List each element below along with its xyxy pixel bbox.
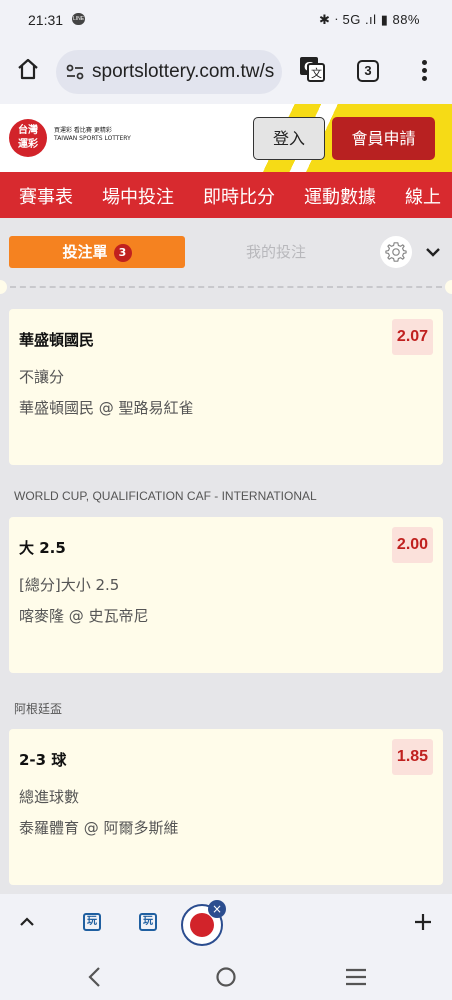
home-icon[interactable]: [13, 54, 43, 84]
bet-card[interactable]: 華盛頓國民 不讓分 華盛頓國民 @ 聖路易紅雀 2.07: [9, 309, 443, 465]
line-app-icon: LINE: [72, 13, 85, 25]
status-time: 21:31: [28, 12, 64, 28]
chevron-up-icon[interactable]: [19, 914, 35, 934]
site-logo-icon: [190, 913, 214, 937]
ticket-notch-right: [445, 280, 452, 294]
back-icon[interactable]: [87, 966, 103, 992]
nav-item-schedule[interactable]: 賽事表: [19, 183, 73, 209]
bet-odds[interactable]: 2.07: [392, 319, 433, 355]
bet-selection: 2-3 球: [19, 751, 67, 769]
address-bar[interactable]: sportslottery.com.tw/s: [56, 50, 282, 94]
bet-card[interactable]: 大 2.5 [總分]大小 2.5 喀麥隆 @ 史瓦帝尼 2.00: [9, 517, 443, 673]
gear-icon[interactable]: [380, 236, 412, 268]
bottom-tab-bar: [0, 894, 452, 954]
bet-odds[interactable]: 2.00: [392, 527, 433, 563]
status-bar: 21:31 LINE ✱ ᐧ 5G .ıl ▮ 88%: [0, 0, 452, 40]
battery-icon: ▮: [380, 12, 389, 27]
close-icon[interactable]: ×: [208, 900, 226, 918]
site-settings-icon[interactable]: [65, 62, 85, 86]
tab-favicon-2[interactable]: 玩: [139, 913, 157, 931]
system-nav-bar: [0, 954, 452, 1000]
bet-selection: 華盛頓國民: [19, 331, 95, 349]
signup-button[interactable]: 會員申請: [332, 117, 435, 160]
browser-toolbar: sportslottery.com.tw/s G文 3: [0, 40, 452, 104]
bet-selection: 大 2.5: [19, 539, 66, 557]
tagline-zh: 買運彩 看比賽 更精彩: [54, 127, 112, 134]
tagline-en: TAIWAN SPORTS LOTTERY: [54, 135, 131, 142]
betslip-count-badge: 3: [113, 244, 132, 262]
signal-indicators: ✱ ᐧ 5G .ıl: [319, 12, 377, 27]
nav-item-online[interactable]: 線上: [405, 183, 441, 209]
bet-match: 華盛頓國民 @ 聖路易紅雀: [19, 399, 194, 417]
nav-item-live-betting[interactable]: 場中投注: [102, 183, 174, 209]
status-indicators: ✱ ᐧ 5G .ıl ▮ 88%: [319, 12, 420, 28]
home-nav-icon[interactable]: [215, 966, 237, 992]
main-nav: 賽事表 場中投注 即時比分 運動數據 線上: [0, 172, 452, 218]
translate-icon[interactable]: G文: [297, 54, 327, 84]
ticket-notch-left: [0, 280, 7, 294]
nav-item-stats[interactable]: 運動數據: [304, 183, 376, 209]
chevron-down-icon[interactable]: [425, 244, 441, 264]
tab-betslip[interactable]: 投注單 3: [9, 236, 185, 268]
login-button[interactable]: 登入: [253, 117, 325, 160]
site-logo[interactable]: 台灣 運彩: [9, 119, 47, 157]
recents-icon[interactable]: [345, 968, 367, 990]
tab-favicon-1[interactable]: 玩: [83, 913, 101, 931]
league-label: 阿根廷盃: [14, 702, 63, 716]
url-text: sportslottery.com.tw/s: [92, 61, 275, 82]
tab-switcher-button[interactable]: 3: [357, 60, 379, 82]
league-label: WORLD CUP, QUALIFICATION CAF - INTERNATI…: [14, 489, 317, 503]
bet-odds[interactable]: 1.85: [392, 739, 433, 775]
dashed-line: [10, 286, 442, 288]
site-tagline: 買運彩 看比賽 更精彩 TAIWAN SPORTS LOTTERY: [54, 127, 131, 143]
new-tab-icon[interactable]: [413, 912, 433, 936]
more-options-icon[interactable]: [420, 60, 428, 84]
battery-percent: 88%: [392, 12, 420, 27]
bet-match: 泰羅體育 @ 阿爾多斯維: [19, 819, 179, 837]
bet-market: [總分]大小 2.5: [19, 576, 120, 594]
svg-text:文: 文: [311, 66, 322, 80]
tab-betslip-label: 投注單: [62, 243, 108, 261]
tab-my-bets[interactable]: 我的投注: [190, 236, 362, 268]
bet-match: 喀麥隆 @ 史瓦帝尼: [19, 607, 149, 625]
bet-market: 總進球數: [19, 788, 80, 806]
nav-item-live-scores[interactable]: 即時比分: [203, 183, 275, 209]
bet-market: 不讓分: [19, 368, 65, 386]
bet-card[interactable]: 2-3 球 總進球數 泰羅體育 @ 阿爾多斯維 1.85: [9, 729, 443, 885]
ticket-divider: [0, 280, 452, 294]
